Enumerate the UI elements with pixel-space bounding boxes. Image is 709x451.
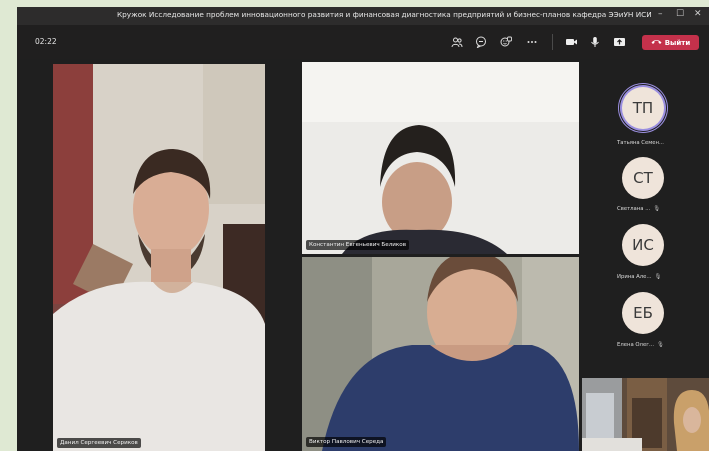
close-button[interactable]: ✕ — [694, 9, 702, 19]
meeting-timer: 02:22 — [35, 37, 57, 46]
mic-icon[interactable] — [587, 34, 603, 50]
video-feed — [582, 378, 709, 451]
people-icon[interactable] — [449, 34, 465, 50]
video-tile-participant-3[interactable]: Виктор Павлович Середа — [302, 257, 579, 451]
share-icon[interactable] — [611, 34, 627, 50]
mic-off-icon: 🎙 — [657, 342, 665, 348]
avatar-initials: ИС — [632, 236, 654, 254]
roster-name: Светлана ... 🎙 — [617, 206, 661, 212]
mic-off-icon: 🎙 — [653, 206, 661, 212]
phone-icon — [651, 38, 662, 47]
avatar-initials: ТП — [632, 99, 654, 117]
video-tile-participant-1[interactable]: Данил Сергеевич Сериков — [53, 64, 265, 451]
participant-name: Константин Евгеньевич Беликов — [306, 240, 410, 250]
roster-name: Ирина Але... 🎙 — [617, 274, 662, 280]
video-feed — [53, 64, 265, 451]
video-feed — [302, 62, 579, 254]
minimize-button[interactable]: – — [658, 9, 663, 19]
roster-name: Елена Олег... 🎙 — [617, 342, 665, 348]
video-tile-participant-2[interactable]: Константин Евгеньевич Беликов — [302, 62, 579, 254]
toolbar-divider — [552, 34, 553, 50]
leave-label: Выйти — [664, 38, 691, 47]
window-title: Кружок Исследование проблем инновационно… — [117, 10, 652, 19]
roster-name: Татьяна Семен... — [617, 140, 664, 146]
participant-name: Виктор Павлович Середа — [306, 437, 387, 447]
more-icon[interactable] — [524, 34, 540, 50]
mic-off-icon: 🎙 — [654, 274, 662, 280]
chat-icon[interactable] — [473, 34, 489, 50]
avatar[interactable]: ИС — [622, 224, 664, 266]
avatar[interactable]: СТ — [622, 157, 664, 199]
reactions-icon[interactable] — [498, 34, 514, 50]
participant-name: Данил Сергеевич Сериков — [57, 438, 141, 448]
video-feed — [302, 257, 579, 451]
avatar[interactable]: ТП — [622, 87, 664, 129]
avatar-initials: СТ — [633, 169, 653, 187]
self-view-video[interactable] — [582, 378, 709, 451]
avatar-initials: ЕБ — [633, 304, 653, 322]
meeting-toolbar: 02:22 Выйти — [17, 25, 709, 59]
avatar[interactable]: ЕБ — [622, 292, 664, 334]
camera-icon[interactable] — [563, 34, 579, 50]
teams-meeting-window: Кружок Исследование проблем инновационно… — [17, 7, 709, 451]
leave-button[interactable]: Выйти — [642, 35, 699, 50]
maximize-button[interactable]: ☐ — [676, 9, 684, 19]
title-bar: Кружок Исследование проблем инновационно… — [17, 7, 709, 25]
